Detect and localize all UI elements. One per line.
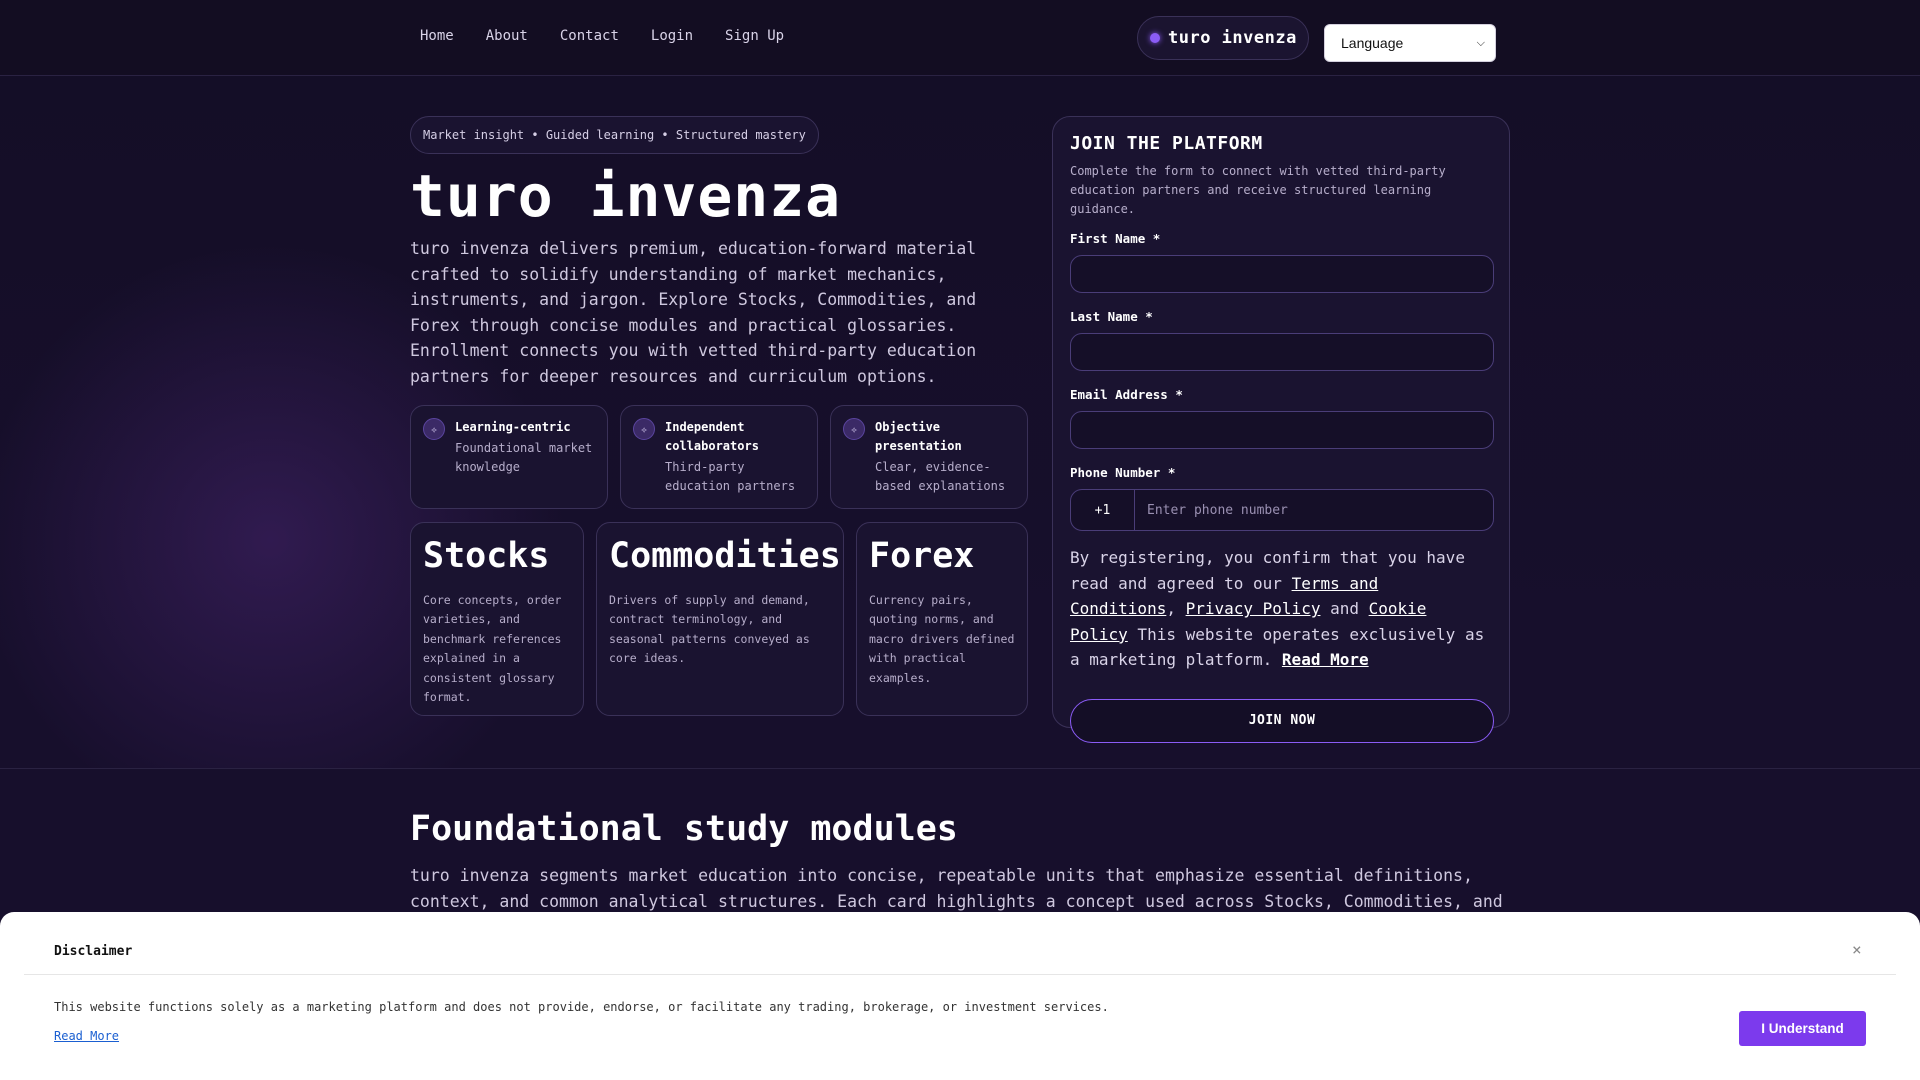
join-now-button[interactable]: JOIN NOW (1070, 698, 1494, 743)
consent-suffix: This website operates exclusively as a m… (1070, 624, 1485, 670)
feature-title: Learning-centric (455, 420, 571, 434)
modules-description: turo invenza segments market education i… (410, 866, 1503, 911)
modules-title: Foundational study modules (410, 809, 958, 849)
i-understand-button[interactable]: I Understand (1739, 1011, 1866, 1046)
form-title: JOIN THE PLATFORM (1070, 133, 1263, 154)
feature-title: Independent collaborators (665, 420, 759, 453)
feature-cards: ✧ Learning-centric Foundational market k… (410, 405, 1028, 509)
hero-description: turo invenza delivers premium, education… (410, 239, 977, 386)
read-more-link[interactable]: Read More (1282, 650, 1369, 669)
nav-contact-link[interactable]: Contact (560, 28, 619, 44)
privacy-link[interactable]: Privacy Policy (1186, 599, 1321, 618)
phone-country-code[interactable]: +1 (1071, 490, 1135, 530)
disclaimer-title: Disclaimer (54, 944, 133, 959)
sparkle-icon: ✧ (843, 418, 865, 440)
category-card-commodities[interactable]: Commodities Drivers of supply and demand… (596, 522, 844, 716)
signup-form: JOIN THE PLATFORM Complete the form to c… (1052, 116, 1510, 743)
language-select-value: Language (1341, 35, 1404, 51)
hero-tagline-badge: Market insight • Guided learning • Struc… (410, 116, 819, 154)
chevron-down-icon: ⌵ (1476, 36, 1485, 49)
email-label: Email Address * (1070, 387, 1183, 402)
disclaimer-read-more-link[interactable]: Read More (54, 1029, 119, 1043)
brand-logo[interactable]: turo invenza (1137, 16, 1309, 60)
category-title: Stocks (423, 536, 550, 576)
nav-signup-link[interactable]: Sign Up (725, 28, 784, 44)
consent-prefix: By registering, you confirm that you hav… (1070, 548, 1465, 593)
sparkle-icon: ✧ (423, 418, 445, 440)
page: Home About Contact Login Sign Up turo in… (0, 0, 1920, 1080)
last-name-field[interactable] (1070, 333, 1494, 371)
brand-dot-icon (1150, 33, 1160, 43)
phone-field: +1 Enter phone number (1070, 489, 1494, 531)
phone-label: Phone Number * (1070, 465, 1176, 480)
close-icon[interactable]: × (1852, 940, 1862, 959)
sparkle-icon: ✧ (633, 418, 655, 440)
category-card-stocks[interactable]: Stocks Core concepts, order varieties, a… (410, 522, 584, 716)
brand-name: turo invenza (1168, 28, 1297, 48)
top-navigation: Home About Contact Login Sign Up turo in… (0, 0, 1920, 76)
category-title: Forex (869, 536, 975, 576)
category-description: Core concepts, order varieties, and benc… (423, 593, 562, 705)
feature-card-learning: ✧ Learning-centric Foundational market k… (410, 405, 608, 509)
email-field[interactable] (1070, 411, 1494, 449)
disclaimer-text: This website functions solely as a marke… (54, 1000, 1109, 1014)
category-cards: Stocks Core concepts, order varieties, a… (410, 522, 1028, 716)
nav-home-link[interactable]: Home (420, 28, 454, 44)
disclaimer-banner: Disclaimer × This website functions sole… (0, 912, 1920, 1080)
category-card-forex[interactable]: Forex Currency pairs, quoting norms, and… (856, 522, 1028, 716)
phone-input[interactable]: Enter phone number (1135, 503, 1288, 518)
category-title: Commodities (609, 536, 841, 576)
feature-card-presentation: ✧ Objective presentation Clear, evidence… (830, 405, 1028, 509)
feature-title: Objective presentation (875, 420, 962, 453)
language-select[interactable]: Language ⌵ (1324, 24, 1496, 62)
feature-card-collaborators: ✧ Independent collaborators Third-party … (620, 405, 818, 509)
nav-links: Home About Contact Login Sign Up (420, 28, 784, 44)
hero-title: turo invenza (410, 162, 842, 230)
divider (24, 974, 1896, 975)
consent-and: and (1320, 599, 1369, 619)
feature-subtitle: Third-party education partners (665, 460, 796, 493)
feature-subtitle: Foundational market knowledge (455, 441, 593, 474)
consent-comma: , (1166, 599, 1186, 619)
last-name-label: Last Name * (1070, 309, 1153, 324)
category-description: Drivers of supply and demand, contract t… (609, 593, 810, 666)
first-name-label: First Name * (1070, 231, 1161, 246)
feature-subtitle: Clear, evidence-based explanations (875, 460, 1006, 493)
nav-about-link[interactable]: About (486, 28, 528, 44)
form-subtitle: Complete the form to connect with vetted… (1070, 164, 1446, 216)
first-name-field[interactable] (1070, 255, 1494, 293)
consent-text: By registering, you confirm that you hav… (1070, 545, 1492, 673)
nav-login-link[interactable]: Login (651, 28, 693, 44)
category-description: Currency pairs, quoting norms, and macro… (869, 593, 1015, 685)
